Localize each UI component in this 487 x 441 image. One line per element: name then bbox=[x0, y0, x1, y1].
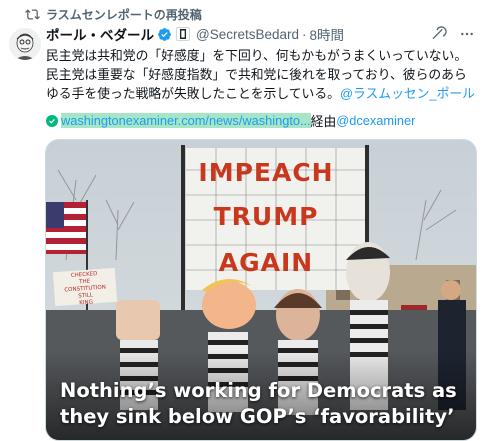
mention-link[interactable]: @ラスムッセン_ポール bbox=[340, 86, 475, 101]
affiliate-badge-icon[interactable] bbox=[176, 27, 190, 41]
tweet-header: ポール・ベダール @SecretsBedard · 8時間 bbox=[46, 24, 475, 44]
via-handle-link[interactable]: @dcexaminer bbox=[336, 113, 415, 128]
author-name[interactable]: ポール・ベダール bbox=[46, 24, 154, 44]
checkmark-icon bbox=[46, 114, 58, 127]
link-row: washingtonexaminer.com/news/washingto...… bbox=[46, 111, 415, 130]
repost-icon bbox=[25, 9, 40, 20]
post-time[interactable]: 8時間 bbox=[310, 24, 345, 44]
more-options-icon[interactable] bbox=[459, 26, 475, 42]
sign-line-1: IMPEACH bbox=[198, 158, 334, 187]
media-card[interactable]: IMPEACH TRUMP AGAIN CHECKED THE CONSTITU… bbox=[45, 139, 477, 441]
author-handle[interactable]: @SecretsBedard bbox=[196, 27, 299, 42]
grok-icon[interactable] bbox=[431, 26, 447, 42]
avatar-portrait bbox=[9, 28, 41, 60]
affiliate-logo-icon bbox=[180, 29, 186, 39]
media-headline: Nothing’s working for Democrats as they … bbox=[60, 379, 457, 428]
repost-indicator[interactable]: ラスムセンレポートの再投稿 bbox=[25, 6, 202, 23]
repost-label: ラスムセンレポートの再投稿 bbox=[46, 8, 202, 22]
article-link[interactable]: washingtonexaminer.com/news/washingto... bbox=[61, 113, 311, 128]
check-glyph-icon bbox=[49, 118, 55, 124]
via-label: 経由 bbox=[310, 114, 337, 129]
picket-sign: CHECKED THE CONSTITUTION STILL KING bbox=[52, 267, 118, 306]
tweet-text: 民主党は共和党の「好感度」を下回り、何もかもがうまくいっていない。民主党は重要な… bbox=[46, 46, 476, 103]
verified-badge-icon[interactable] bbox=[157, 27, 172, 42]
avatar[interactable] bbox=[9, 28, 41, 60]
separator-dot: · bbox=[302, 26, 307, 42]
sign-line-2: TRUMP bbox=[213, 202, 319, 231]
header-actions bbox=[431, 26, 475, 42]
sign-line-3: AGAIN bbox=[218, 248, 314, 277]
